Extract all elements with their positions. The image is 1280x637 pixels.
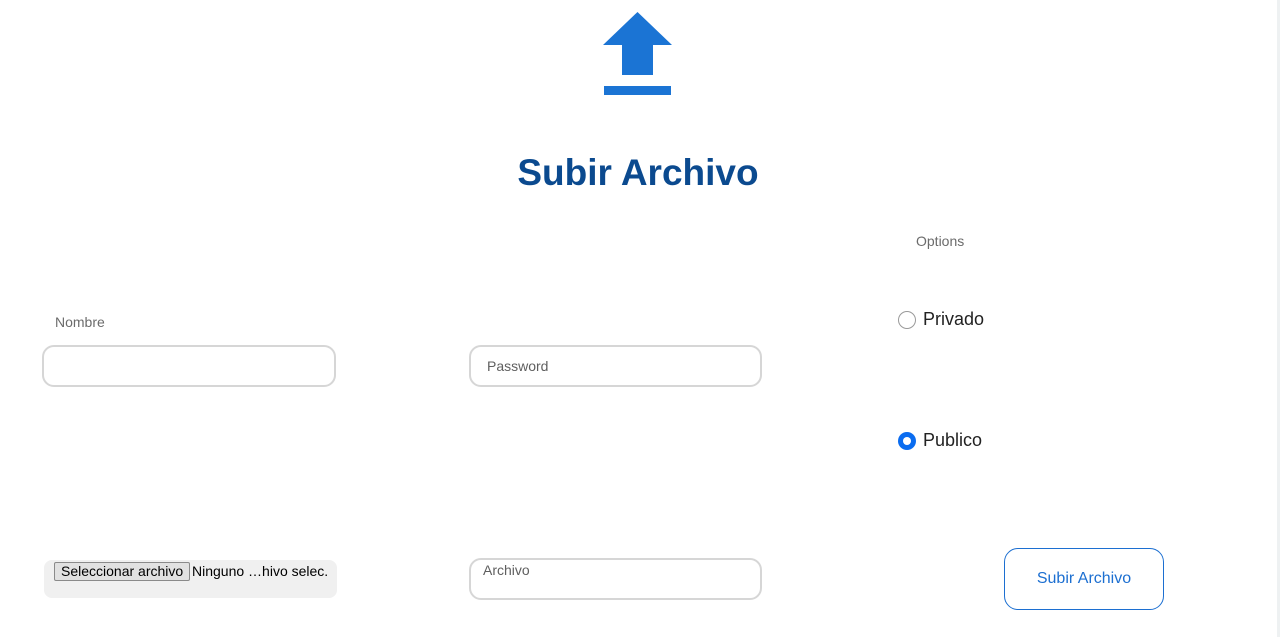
radio-publico-label: Publico (923, 430, 983, 450)
radio-privado-label: Privado (923, 309, 985, 329)
radio-privado[interactable] (898, 310, 916, 329)
radio-option-publico[interactable]: Publico (898, 430, 982, 451)
submit-button[interactable]: Subir Archivo (1004, 548, 1164, 610)
radio-publico[interactable] (898, 431, 916, 450)
password-input[interactable] (469, 345, 762, 387)
options-label: Options (916, 233, 965, 249)
upload-icon (603, 12, 672, 95)
file-picker[interactable]: Seleccionar archivo Ninguno …hivo selec. (44, 560, 337, 598)
archivo-input[interactable] (469, 558, 762, 600)
radio-option-privado[interactable]: Privado (898, 309, 984, 330)
file-status-text: Ninguno …hivo selec. (192, 563, 329, 579)
select-file-button[interactable]: Seleccionar archivo (54, 562, 191, 581)
upload-page: Subir Archivo Options Privado Publico No… (0, 0, 1280, 637)
nombre-input[interactable] (42, 345, 336, 387)
nombre-label: Nombre (55, 314, 105, 330)
page-title: Subir Archivo (517, 152, 759, 193)
